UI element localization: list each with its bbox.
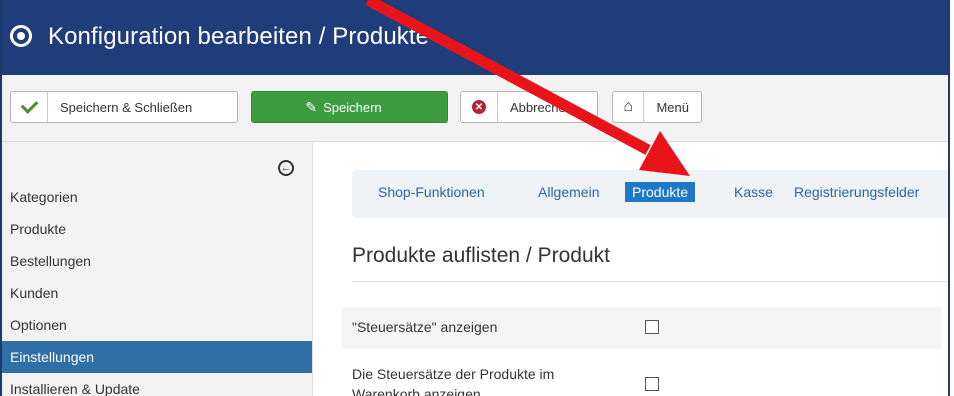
tab-shop-funktionen[interactable]: Shop-Funktionen: [378, 184, 485, 200]
edit-icon: ✎: [305, 98, 318, 115]
page-header: Konfiguration bearbeiten / Produkte: [2, 0, 948, 75]
option-label-cart-tax-line1: Die Steuersätze der Produkte im: [352, 366, 555, 382]
home-icon: ⌂: [613, 92, 645, 122]
option-label-cart-tax-line2: Warenkorb anzeigen: [352, 386, 481, 396]
checkmark-icon: [11, 92, 48, 122]
sidebar-item-produkte[interactable]: Produkte: [2, 213, 312, 245]
tab-allgemein[interactable]: Allgemein: [538, 184, 599, 200]
save-label: Speichern: [323, 99, 382, 115]
tax-rates-checkbox[interactable]: [645, 320, 659, 334]
save-close-button[interactable]: Speichern & Schließen: [10, 91, 238, 123]
app-logo-icon: [10, 25, 32, 47]
tab-registrierungsfelder[interactable]: Registrierungsfelder: [794, 184, 919, 200]
cancel-icon: ✕: [461, 92, 498, 122]
save-close-label: Speichern & Schließen: [60, 99, 193, 115]
menu-button[interactable]: ⌂ Menü: [612, 91, 702, 123]
option-label-tax-rates: "Steuersätze" anzeigen: [352, 319, 498, 335]
sidebar-item-kategorien[interactable]: Kategorien: [2, 181, 312, 213]
sidebar-item-einstellungen[interactable]: Einstellungen: [2, 341, 312, 373]
cancel-button[interactable]: ✕ Abbrechen: [460, 91, 598, 123]
sidebar-item-optionen[interactable]: Optionen: [2, 309, 312, 341]
menu-label: Menü: [656, 99, 689, 115]
tab-kasse[interactable]: Kasse: [734, 184, 773, 200]
toolbar: Speichern & Schließen ✎ Speichern ✕ Abbr…: [2, 75, 948, 142]
save-button[interactable]: ✎ Speichern: [251, 91, 448, 123]
page-title: Konfiguration bearbeiten / Produkte: [48, 23, 430, 50]
sidebar-item-kunden[interactable]: Kunden: [2, 277, 312, 309]
collapse-sidebar-icon[interactable]: ←: [278, 160, 294, 176]
tab-produkte[interactable]: Produkte: [625, 182, 696, 202]
app-window: Konfiguration bearbeiten / Produkte Spei…: [0, 0, 950, 396]
section-heading: Produkte auflisten / Produkt: [352, 244, 610, 267]
sidebar-item-installieren-update[interactable]: Installieren & Update: [2, 373, 312, 396]
cart-tax-checkbox[interactable]: [645, 377, 659, 391]
tab-bar: Shop-Funktionen Allgemein Produkte Kasse…: [352, 170, 948, 218]
section-divider: [352, 281, 948, 282]
cancel-label: Abbrechen: [510, 99, 573, 115]
sidebar-item-bestellungen[interactable]: Bestellungen: [2, 245, 312, 277]
